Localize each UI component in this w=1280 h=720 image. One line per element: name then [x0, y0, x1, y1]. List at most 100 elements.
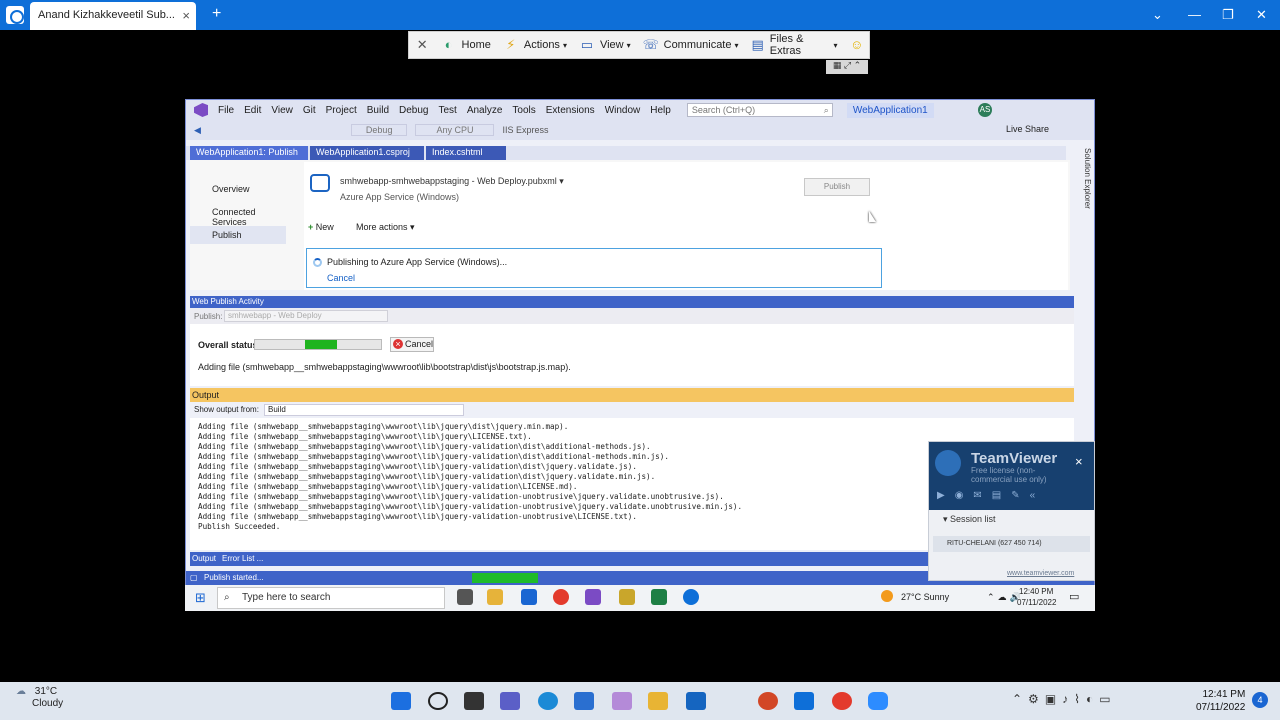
feedback-smiley-icon[interactable]: ☺ — [849, 37, 864, 53]
menu-analyze[interactable]: Analyze — [467, 105, 503, 116]
file-explorer-icon[interactable] — [648, 692, 668, 710]
tab-publish[interactable]: WebApplication1: Publish — [190, 146, 308, 160]
notification-badge[interactable]: 4 — [1252, 692, 1268, 708]
store-icon[interactable] — [574, 692, 594, 710]
plus-icon: + — [308, 222, 314, 232]
nav-overview[interactable]: Overview — [212, 184, 250, 194]
home-icon: ◐ — [444, 37, 453, 52]
more-actions-button[interactable]: More actions ▾ — [356, 222, 415, 233]
outlook-icon[interactable] — [521, 589, 537, 605]
solution-explorer-tab[interactable]: Solution Explorer — [1078, 148, 1092, 248]
search-icon[interactable] — [428, 692, 448, 710]
menu-file[interactable]: File — [218, 105, 234, 116]
toolbar-view[interactable]: ▭ View ▾ — [579, 37, 631, 53]
publish-select[interactable]: smhwebapp - Web Deploy — [224, 310, 388, 322]
session-tab[interactable]: Anand Kizhakkeveetil Sub... × — [30, 2, 196, 30]
edge-icon[interactable] — [538, 692, 558, 710]
windows-start-icon[interactable] — [391, 692, 411, 710]
tab-index-cshtml[interactable]: Index.cshtml — [426, 146, 506, 160]
output-source-dropdown[interactable]: Build — [264, 404, 464, 416]
close-icon[interactable]: × — [1075, 454, 1083, 469]
run-iis-express-button[interactable]: IIS Express — [502, 125, 548, 135]
publish-button[interactable]: Publish — [804, 178, 870, 196]
teamviewer-icon[interactable] — [794, 692, 814, 710]
menu-edit[interactable]: Edit — [244, 105, 261, 116]
excel-icon[interactable] — [651, 589, 667, 605]
remote-date: 07/11/2022 — [1017, 598, 1057, 607]
outlook-icon[interactable] — [686, 692, 706, 710]
new-profile-button[interactable]: + New — [308, 222, 334, 232]
toolbar-pin-controls[interactable]: ▦ ⤢ ⌃ — [826, 60, 868, 74]
toolbar-files-extras[interactable]: ▤ Files & Extras ▾ — [751, 33, 838, 57]
menu-test[interactable]: Test — [438, 105, 456, 116]
file-explorer-icon[interactable] — [487, 589, 503, 605]
menu-build[interactable]: Build — [367, 105, 389, 116]
menu-project[interactable]: Project — [326, 105, 357, 116]
chrome-icon[interactable] — [832, 692, 852, 710]
lightning-icon: ⚡ — [506, 37, 516, 52]
close-icon[interactable]: ✕ — [415, 37, 430, 53]
menu-view[interactable]: View — [271, 105, 293, 116]
tab-close-icon[interactable]: × — [182, 8, 190, 23]
web-publish-activity-title: Web Publish Activity — [190, 296, 1074, 308]
notification-icon[interactable]: ▭ — [1069, 590, 1079, 603]
teams-icon[interactable] — [500, 692, 520, 710]
powerpoint-icon[interactable] — [758, 692, 778, 710]
toolbar-actions[interactable]: ⚡ Actions ▾ — [503, 37, 567, 53]
platform-dropdown[interactable]: Any CPU — [415, 124, 495, 136]
session-entry[interactable]: RITU-CHELANI (627 450 714) — [933, 536, 1090, 552]
new-tab-button[interactable]: + — [212, 5, 221, 23]
chevron-down-icon[interactable]: ⌄ — [1152, 7, 1163, 23]
teamviewer-icon[interactable] — [683, 589, 699, 605]
minimize-button[interactable]: — — [1188, 7, 1201, 22]
tab-output[interactable]: Output — [192, 554, 216, 563]
remote-taskbar: ⊞ ⌕ Type here to search 27°C Sunny ⌃☁🔊 12… — [185, 585, 1095, 611]
menu-git[interactable]: Git — [303, 105, 316, 116]
search-icon: ⌕ — [823, 105, 829, 115]
nav-connected-services[interactable]: Connected Services — [212, 207, 286, 227]
publish-pane: Overview Connected Services Publish smhw… — [190, 160, 1070, 290]
toolbar-home[interactable]: ◐ Home — [441, 37, 491, 53]
menu-debug[interactable]: Debug — [399, 105, 428, 116]
local-weather[interactable]: ☁ 31°C Cloudy — [16, 686, 63, 710]
cloud-icon: ☁ — [16, 686, 26, 697]
avatar[interactable]: AS — [978, 103, 992, 117]
remote-time: 12:40 PM — [1019, 587, 1054, 596]
menu-help[interactable]: Help — [650, 105, 671, 116]
snipping-tool-icon[interactable] — [612, 692, 632, 710]
local-clock[interactable]: 12:41 PM 07/11/2022 — [1196, 688, 1245, 714]
cancel-link[interactable]: Cancel — [327, 273, 355, 283]
task-view-icon[interactable] — [457, 589, 473, 605]
menu-tools[interactable]: Tools — [512, 105, 535, 116]
zoom-icon[interactable] — [868, 692, 888, 710]
publishing-status-box: Publishing to Azure App Service (Windows… — [306, 248, 882, 288]
output-toolbar: Show output from: Build — [190, 402, 1074, 418]
windows-start-icon[interactable]: ⊞ — [195, 590, 206, 606]
system-tray-icons[interactable]: ⌃⚙▣♪⌇◐▭ — [1012, 692, 1117, 706]
restore-button[interactable]: ❐ — [1222, 7, 1234, 23]
session-list-header[interactable]: ▾ Session list — [929, 514, 1094, 528]
tab-csproj[interactable]: WebApplication1.csproj — [310, 146, 424, 160]
task-view-icon[interactable] — [464, 692, 484, 710]
config-dropdown[interactable]: Debug — [350, 124, 408, 136]
vs-search-input[interactable]: Search (Ctrl+Q) ⌕ — [686, 103, 833, 117]
taskbar-search-input[interactable]: ⌕ Type here to search — [217, 587, 445, 609]
close-window-button[interactable]: ✕ — [1256, 7, 1267, 23]
live-share-button[interactable]: Live Share — [1006, 124, 1049, 134]
navigate-back-icon[interactable]: ◀ — [194, 125, 201, 136]
local-time: 12:41 PM — [1202, 689, 1246, 700]
nav-publish[interactable]: Publish — [212, 230, 242, 240]
teamviewer-link[interactable]: www.teamviewer.com — [1007, 570, 1074, 577]
chrome-icon[interactable] — [553, 589, 569, 605]
tab-error-list[interactable]: Error List ... — [222, 554, 263, 563]
sticky-notes-icon[interactable] — [619, 589, 635, 605]
visual-studio-icon[interactable] — [585, 589, 601, 605]
menu-window[interactable]: Window — [605, 105, 641, 116]
visual-studio-logo-icon — [194, 103, 208, 117]
cancel-publish-button[interactable]: Cancel — [390, 337, 434, 352]
teamviewer-action-icons[interactable]: ▶◉✉▤✎« — [937, 490, 1045, 501]
publish-profile-dropdown[interactable]: smhwebapp-smhwebappstaging - Web Deploy.… — [340, 176, 564, 187]
vs-menu-bar: File Edit View Git Project Build Debug T… — [186, 100, 1094, 120]
menu-extensions[interactable]: Extensions — [546, 105, 595, 116]
toolbar-communicate[interactable]: ☏ Communicate ▾ — [643, 37, 739, 53]
